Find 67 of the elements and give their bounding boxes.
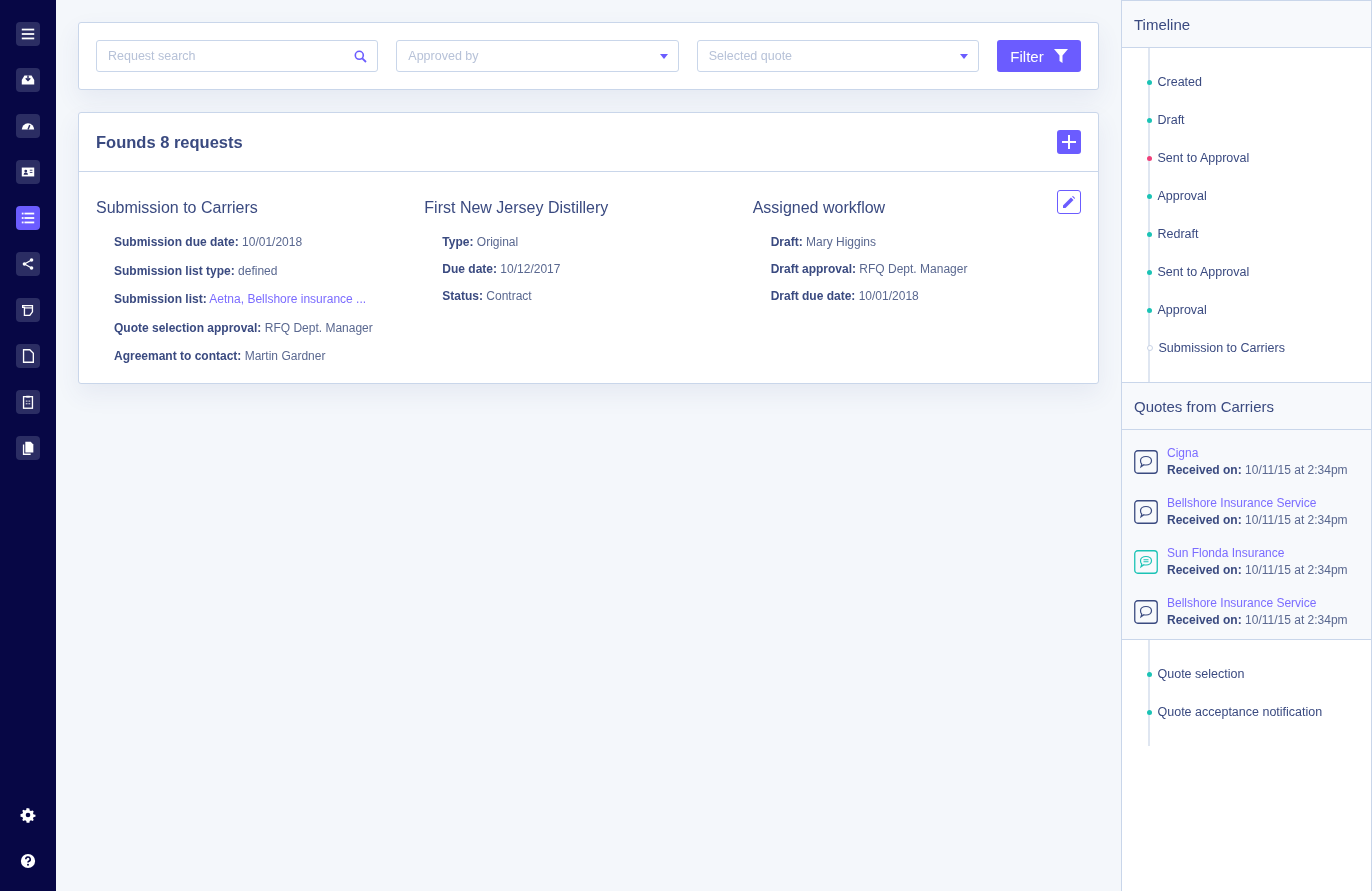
timeline-step: Quote acceptance notification	[1157, 704, 1323, 720]
edit-button[interactable]	[1057, 190, 1081, 214]
menu-icon	[20, 26, 36, 42]
nav-button[interactable]	[16, 114, 40, 138]
document-icon	[20, 348, 36, 364]
received-text: Received on: 10/11/15 at 2:34pm	[1167, 613, 1348, 627]
carrier-link[interactable]: Bellshore Insurance Service	[1167, 596, 1348, 610]
timeline-step: Quote selection	[1157, 666, 1245, 682]
timeline-step: Approval	[1157, 188, 1207, 204]
detail-text: Submission list: Aetna, Bellshore insurance ...	[114, 292, 368, 306]
carrier-link[interactable]: Sun Flonda Insurance	[1167, 546, 1348, 560]
carrier-list-link[interactable]: Aetna, Bellshore insurance ...	[209, 292, 367, 306]
detail-text: Draft due date: 10/01/2018	[770, 289, 920, 303]
filter-button[interactable]: Filter	[997, 40, 1081, 72]
share-icon	[20, 256, 36, 272]
detail-text: Agreemant to contact: Martin Gardner	[114, 349, 327, 363]
pencil-icon	[1063, 196, 1075, 208]
selected-quote-dropdown[interactable]: Selected quote	[696, 40, 979, 72]
notes-icon	[20, 302, 36, 318]
timeline-step: Sent to Approval	[1157, 264, 1250, 280]
approved-by-dropdown[interactable]: Approved by	[396, 40, 679, 72]
timeline-step: Submission to Carriers	[1158, 340, 1285, 356]
received-text: Received on: 10/11/15 at 2:34pm	[1167, 563, 1348, 577]
detail-text: Quote selection approval: RFQ Dept. Manager	[114, 320, 374, 335]
search-icon	[354, 49, 368, 63]
nav-button[interactable]	[16, 344, 40, 368]
carrier-link[interactable]: Cigna	[1167, 446, 1348, 460]
nav-button[interactable]	[16, 206, 40, 230]
detail-text: Status: Contract	[442, 289, 533, 303]
section-title: Assigned workflow	[752, 199, 886, 217]
section-title: Submission to Carriers	[96, 199, 258, 217]
section-title: First New Jersey Distillery	[424, 199, 609, 217]
detail-text: Type: Original	[442, 235, 520, 249]
nav-button[interactable]	[16, 68, 40, 92]
files-icon	[20, 440, 36, 456]
timeline-step: Redraft	[1157, 226, 1199, 242]
nav-button[interactable]	[16, 22, 40, 46]
timeline-step: Sent to Approval	[1157, 150, 1250, 166]
add-button[interactable]	[1057, 130, 1081, 154]
detail-text: Draft approval: RFQ Dept. Manager	[770, 262, 969, 276]
timeline-step: Draft	[1157, 112, 1185, 128]
nav-button[interactable]	[16, 160, 40, 184]
detail-text: Due date: 10/12/2017	[442, 262, 562, 276]
carrier-link[interactable]: Bellshore Insurance Service	[1167, 496, 1348, 510]
detail-text: Submission due date: 10/01/2018	[114, 235, 304, 249]
help-icon[interactable]	[20, 853, 36, 869]
search-field[interactable]: Request search	[96, 40, 379, 72]
detail-text: Submission list type: defined	[114, 263, 279, 278]
settings-icon[interactable]	[20, 807, 36, 823]
quotes-title: Quotes from Carriers	[1122, 383, 1371, 430]
received-text: Received on: 10/11/15 at 2:34pm	[1167, 513, 1348, 527]
caret-icon	[659, 53, 668, 59]
nav-button[interactable]	[16, 390, 40, 414]
timeline-step: Approval	[1157, 302, 1207, 318]
timeline-step: Created	[1157, 74, 1202, 90]
nav-button[interactable]	[16, 436, 40, 460]
results-title: Founds 8 requests	[96, 132, 243, 152]
caret-icon	[960, 53, 968, 59]
nav-button[interactable]	[16, 252, 40, 276]
detail-text: Draft: Mary Higgins	[770, 235, 878, 249]
clipboard-icon	[20, 394, 36, 410]
plus-icon	[1062, 135, 1076, 149]
filter-icon	[1053, 49, 1068, 63]
timeline-title: Timeline	[1122, 1, 1371, 48]
received-text: Received on: 10/11/15 at 2:34pm	[1167, 463, 1348, 477]
list-icon	[20, 210, 36, 226]
nav-button[interactable]	[16, 298, 40, 322]
